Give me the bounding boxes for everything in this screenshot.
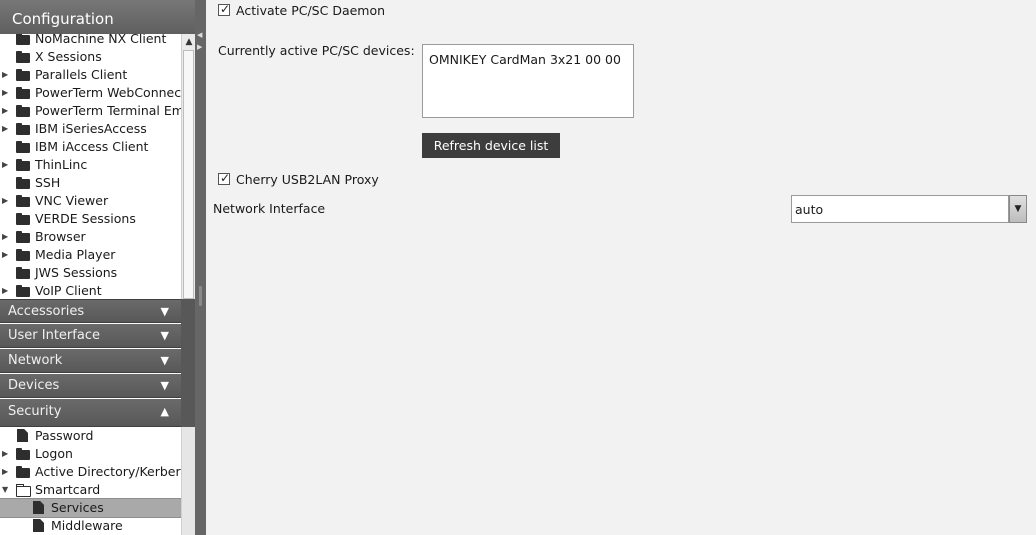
chevron-down-icon: ▼	[160, 379, 169, 392]
checkmark-icon: ✓	[220, 2, 231, 16]
collapse-arrow-icon[interactable]: ▼	[2, 481, 10, 499]
cherry-proxy-checkbox[interactable]: ✓	[218, 171, 231, 185]
section-network[interactable]: Network ▼	[0, 349, 181, 373]
section-label: Network	[8, 353, 63, 368]
section-label: Devices	[8, 378, 60, 393]
devices-label: Currently active PC/SC devices:	[218, 43, 415, 58]
folder-icon	[16, 105, 30, 117]
folder-icon	[16, 123, 30, 135]
tree-item-powerterm-terminal-emulation[interactable]: ▶ PowerTerm Terminal Emulation	[0, 102, 181, 120]
scroll-thumb[interactable]	[183, 50, 194, 299]
tree-item-media-player[interactable]: ▶ Media Player	[0, 246, 181, 264]
tree-item-active-directory-kerberos[interactable]: ▶ Active Directory/Kerberos	[0, 463, 181, 481]
folder-icon	[16, 448, 30, 460]
chevron-up-icon: ▲	[160, 405, 169, 418]
tree-item-ssh[interactable]: SSH	[0, 174, 181, 192]
settings-panel: ✓ Activate PC/SC Daemon Currently active…	[206, 0, 1036, 535]
document-icon	[33, 501, 44, 514]
collapse-left-icon[interactable]: ◀	[197, 31, 202, 39]
chevron-down-icon: ▼	[160, 305, 169, 318]
expand-arrow-icon[interactable]: ▶	[2, 228, 10, 246]
tree-item-verde-sessions[interactable]: VERDE Sessions	[0, 210, 181, 228]
tree-item-logon[interactable]: ▶ Logon	[0, 445, 181, 463]
folder-icon	[16, 466, 30, 478]
tree-item-parallels-client[interactable]: ▶ Parallels Client	[0, 66, 181, 84]
section-label: Accessories	[8, 304, 85, 319]
expand-arrow-icon[interactable]: ▶	[2, 282, 10, 299]
tree-item-x-sessions[interactable]: X Sessions	[0, 48, 181, 66]
tree-item-voip-client[interactable]: ▶ VoIP Client	[0, 282, 181, 299]
section-accessories[interactable]: Accessories ▼	[0, 299, 181, 323]
section-label: Security	[8, 404, 62, 419]
sidebar-title: Configuration	[0, 0, 195, 34]
sidebar-corner	[181, 299, 195, 427]
folder-icon	[16, 141, 30, 153]
folder-icon	[16, 213, 30, 225]
configuration-sidebar: Configuration NoMachine NX Client X Sess…	[0, 0, 195, 535]
chevron-down-icon: ▼	[160, 329, 169, 342]
tree-item-middleware[interactable]: Middleware	[0, 517, 181, 535]
folder-icon	[16, 249, 30, 261]
folder-icon	[16, 69, 30, 81]
device-list-item[interactable]: OMNIKEY CardMan 3x21 00 00	[429, 52, 627, 67]
security-tree-scrollbar[interactable]	[181, 427, 195, 535]
section-devices[interactable]: Devices ▼	[0, 374, 181, 398]
scroll-up-arrow-icon[interactable]: ▲	[184, 36, 194, 48]
tree-item-ibm-iaccess-client[interactable]: IBM iAccess Client	[0, 138, 181, 156]
folder-open-icon	[16, 484, 31, 497]
expand-arrow-icon[interactable]: ▶	[2, 84, 10, 102]
document-icon	[17, 429, 28, 442]
tree-item-thinlinc[interactable]: ▶ ThinLinc	[0, 156, 181, 174]
activate-pcsc-label: Activate PC/SC Daemon	[236, 3, 386, 18]
expand-arrow-icon[interactable]: ▶	[2, 66, 10, 84]
section-label: User Interface	[8, 328, 100, 343]
section-security[interactable]: Security ▲	[0, 399, 181, 427]
expand-arrow-icon[interactable]: ▶	[2, 246, 10, 264]
splitter-grip[interactable]	[199, 286, 202, 306]
device-list[interactable]: OMNIKEY CardMan 3x21 00 00	[422, 44, 634, 118]
tree-item-smartcard[interactable]: ▼ Smartcard	[0, 481, 181, 499]
panel-splitter[interactable]: ◀ ▶	[195, 0, 206, 535]
folder-icon	[16, 231, 30, 243]
folder-icon	[16, 51, 30, 63]
tree-item-vnc-viewer[interactable]: ▶ VNC Viewer	[0, 192, 181, 210]
network-interface-select[interactable]: auto	[791, 195, 1009, 223]
security-tree: Password ▶ Logon ▶ Active Directory/Kerb…	[0, 427, 181, 535]
folder-icon	[16, 195, 30, 207]
dropdown-arrow-icon[interactable]: ▼	[1009, 195, 1027, 223]
checkmark-icon: ✓	[220, 171, 231, 185]
tree-item-powerterm-webconnect[interactable]: ▶ PowerTerm WebConnect	[0, 84, 181, 102]
folder-icon	[16, 159, 30, 171]
activate-pcsc-checkbox[interactable]: ✓	[218, 2, 231, 16]
tree-item-services[interactable]: Services	[0, 498, 181, 518]
expand-arrow-icon[interactable]: ▶	[2, 120, 10, 138]
refresh-device-list-button[interactable]: Refresh device list	[422, 133, 560, 158]
folder-icon	[16, 87, 30, 99]
tree-item-browser[interactable]: ▶ Browser	[0, 228, 181, 246]
expand-arrow-icon[interactable]: ▶	[2, 102, 10, 120]
expand-arrow-icon[interactable]: ▶	[2, 192, 10, 210]
cherry-proxy-label: Cherry USB2LAN Proxy	[236, 172, 379, 187]
folder-icon	[16, 34, 30, 45]
tree-item-password[interactable]: Password	[0, 427, 181, 445]
expand-arrow-icon[interactable]: ▶	[2, 445, 10, 463]
network-interface-label: Network Interface	[213, 201, 326, 216]
folder-icon	[16, 267, 30, 279]
tree-item-nomachine-nx-client[interactable]: NoMachine NX Client	[0, 34, 181, 48]
tree-item-jws-sessions[interactable]: JWS Sessions	[0, 264, 181, 282]
document-icon	[33, 519, 44, 532]
expand-arrow-icon[interactable]: ▶	[2, 463, 10, 481]
session-tree: NoMachine NX Client X Sessions ▶ Paralle…	[0, 34, 181, 299]
chevron-down-icon: ▼	[160, 354, 169, 367]
folder-icon	[16, 285, 30, 297]
tree-item-ibm-iseriesaccess[interactable]: ▶ IBM iSeriesAccess	[0, 120, 181, 138]
expand-arrow-icon[interactable]: ▶	[2, 156, 10, 174]
tree-scrollbar[interactable]: ▲	[181, 34, 195, 299]
section-user-interface[interactable]: User Interface ▼	[0, 324, 181, 348]
folder-icon	[16, 177, 30, 189]
expand-right-icon[interactable]: ▶	[197, 43, 202, 51]
